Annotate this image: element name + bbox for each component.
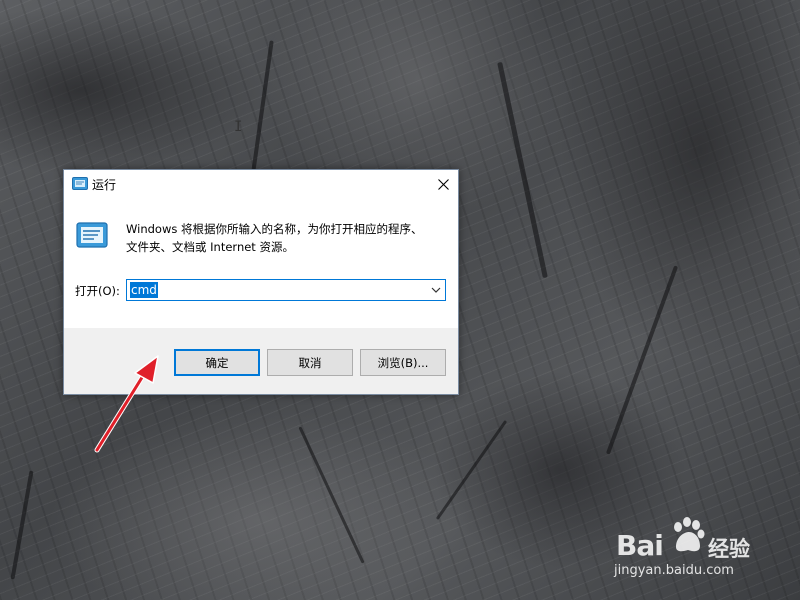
baidu-jingyan-watermark: Bai 经验 jingyan.baidu.com — [612, 515, 792, 585]
watermark-url: jingyan.baidu.com — [614, 563, 734, 578]
watermark-jingyan: 经验 — [708, 537, 750, 561]
red-arrow-annotation — [94, 355, 159, 453]
watermark-brand: Bai — [616, 529, 664, 562]
baidu-paw-icon — [674, 517, 705, 552]
